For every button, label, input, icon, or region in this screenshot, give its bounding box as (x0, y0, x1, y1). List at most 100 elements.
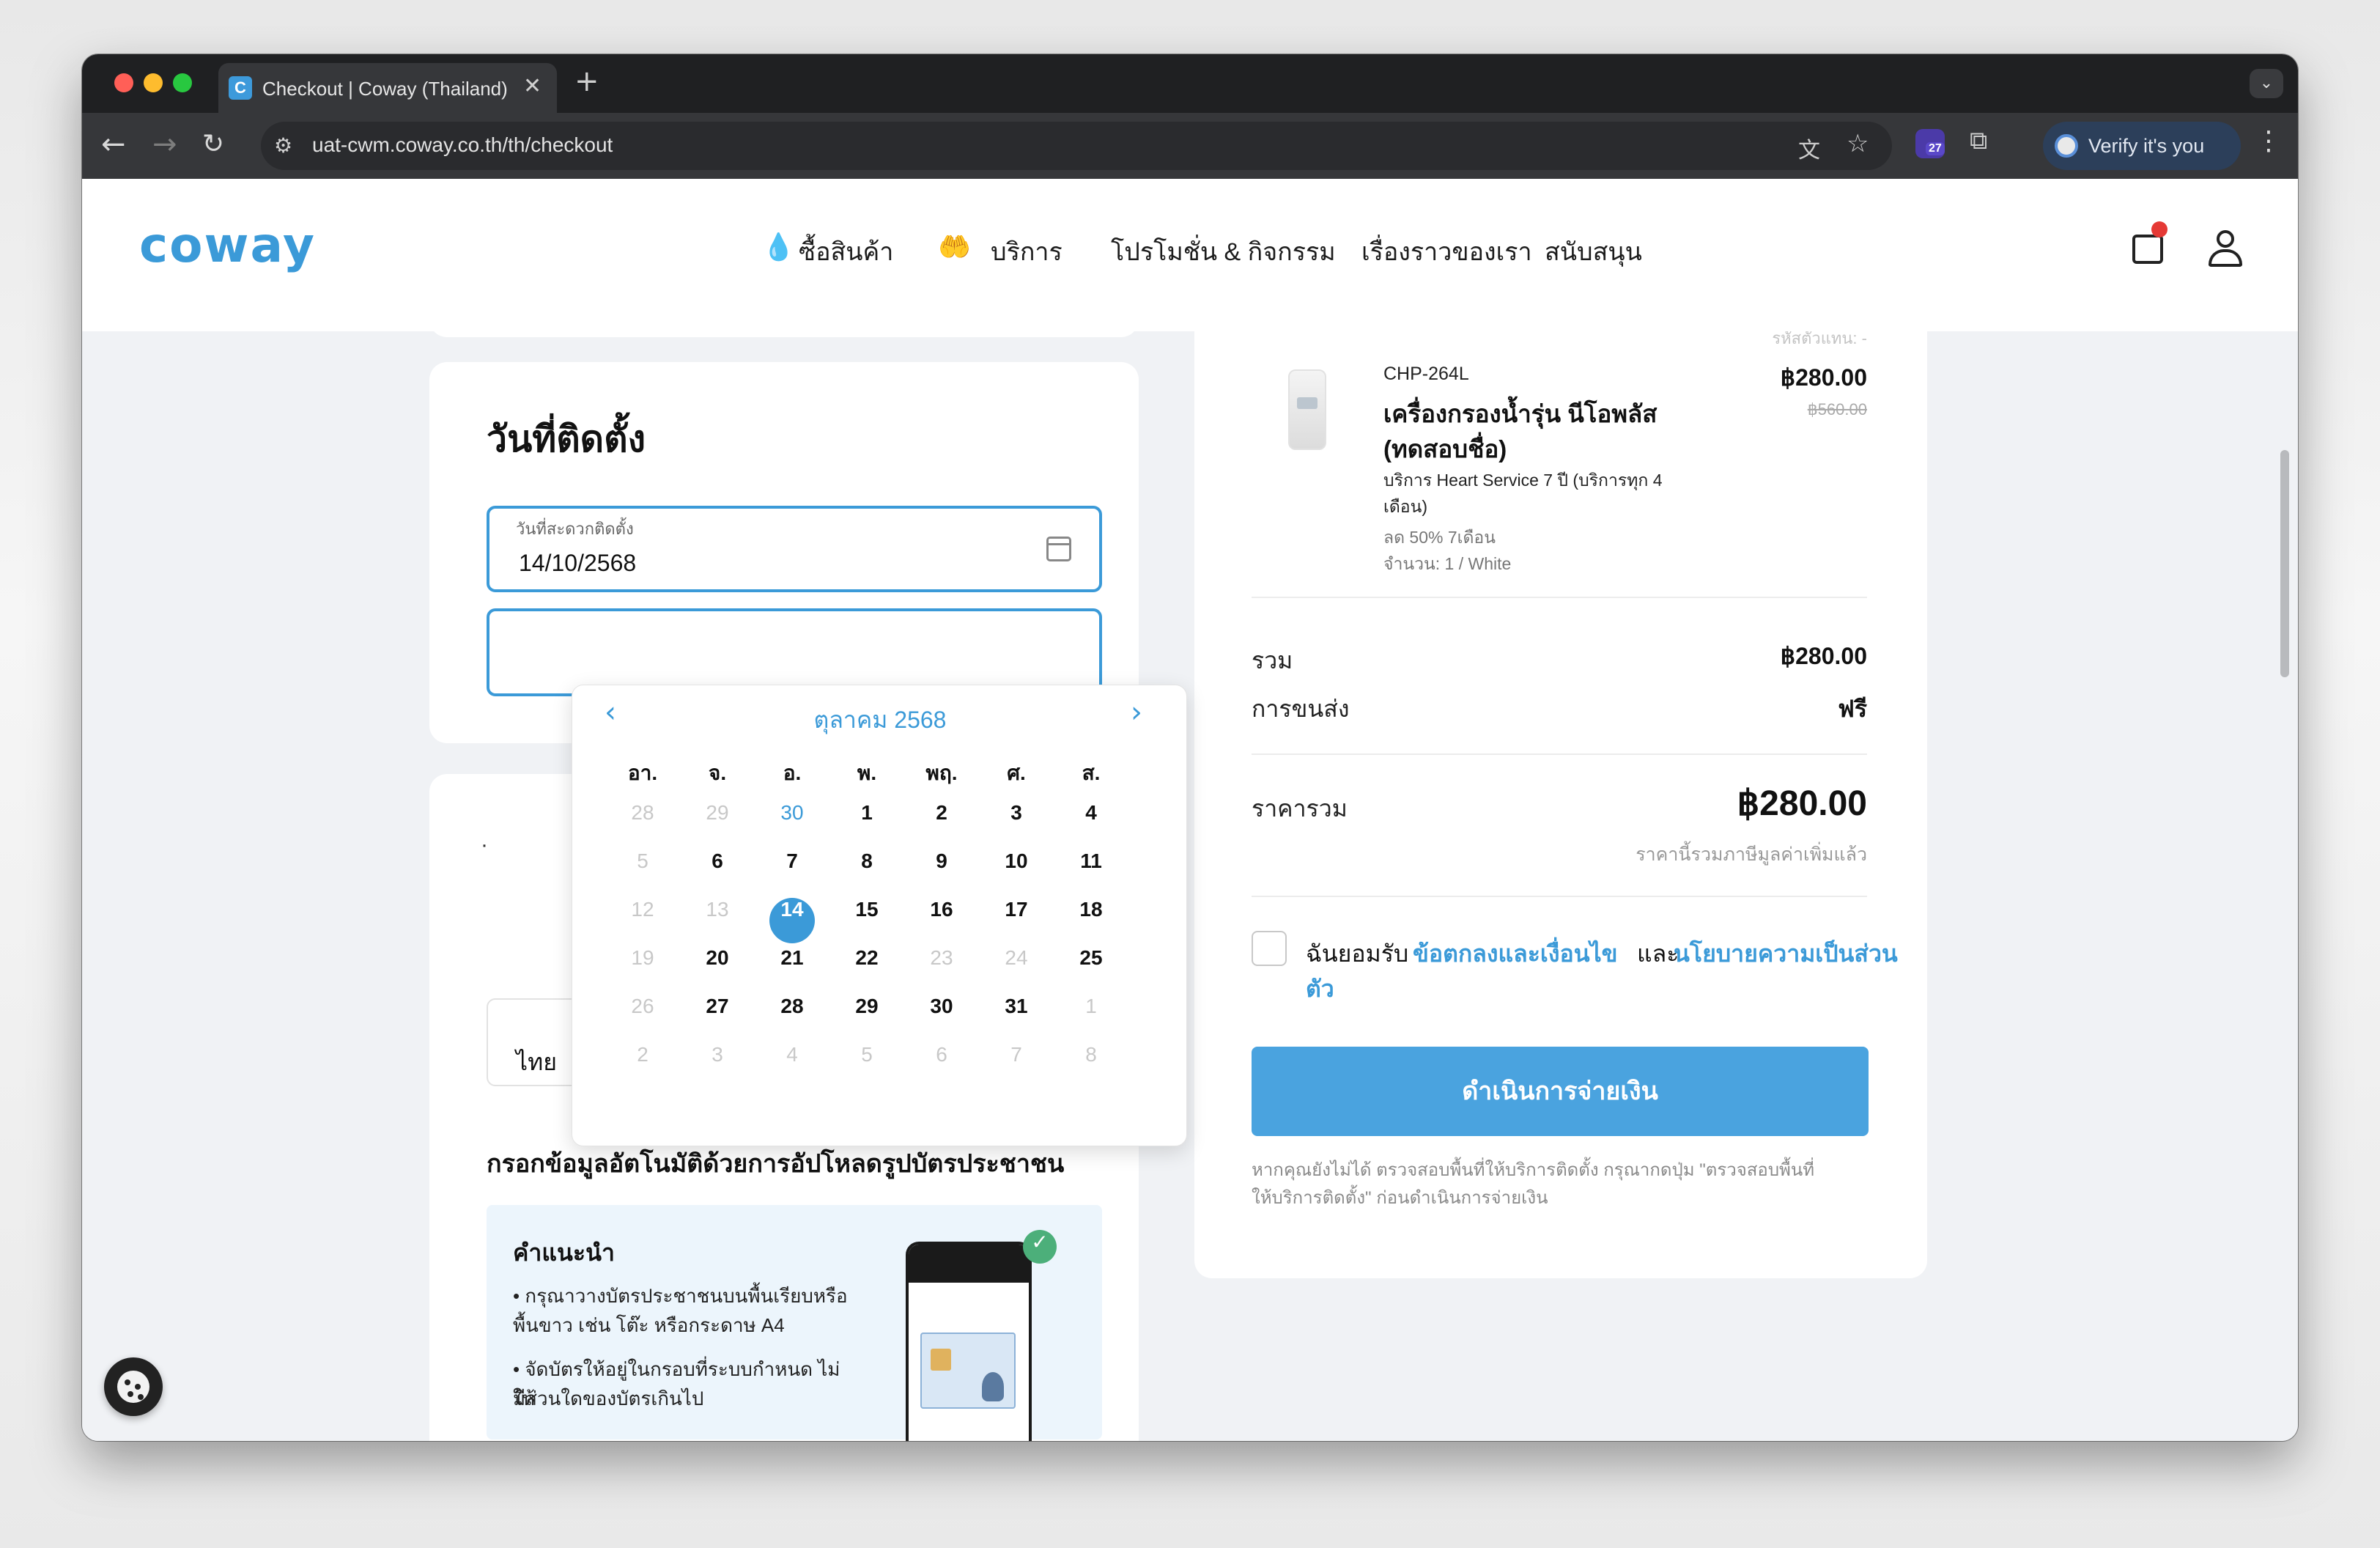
proceed-payment-button[interactable]: ดำเนินการจ่ายเงิน (1252, 1047, 1869, 1136)
reload-icon[interactable]: ↻ (202, 126, 224, 163)
translate-icon[interactable]: 文 (1798, 132, 1820, 164)
agree-checkbox[interactable] (1252, 931, 1287, 966)
extensions-puzzle-icon[interactable]: ⧉ (1970, 126, 1987, 155)
user-account-icon[interactable] (2207, 230, 2244, 267)
nav-support[interactable]: สนับสนุน (1545, 232, 1642, 271)
minimize-window-button[interactable] (144, 73, 163, 92)
privacy-link-continued[interactable]: ตัว (1306, 970, 1334, 1008)
calendar-day[interactable]: 7 (769, 849, 815, 895)
install-date-title: วันที่ติดตั้ง (487, 419, 646, 460)
weekday-label: อา. (627, 762, 658, 784)
close-tab-icon[interactable]: ✕ (523, 73, 542, 99)
calendar-day[interactable]: 8 (844, 849, 890, 895)
calendar-day[interactable]: 29 (844, 995, 890, 1040)
calendar-day[interactable]: 18 (1068, 898, 1114, 943)
calendar-day: 24 (1005, 946, 1028, 969)
calendar-day[interactable]: 27 (695, 995, 740, 1040)
calendar-day[interactable]: 25 (1068, 946, 1114, 992)
vat-note: ราคานี้รวมภาษีมูลค่าเพิ่มแล้ว (1636, 844, 1867, 865)
nav-our-story[interactable]: เรื่องราวของเรา (1361, 232, 1532, 271)
product-discount: ลด 50% 7เดือน (1383, 528, 1496, 547)
install-time-field[interactable] (487, 608, 1102, 696)
install-date-field[interactable]: วันที่สะดวกติดตั้ง 14/10/2568 (487, 506, 1102, 592)
water-drop-icon: 💧 (762, 232, 795, 262)
product-service-line1: บริการ Heart Service 7 ปี (บริการทุก 4 (1383, 471, 1663, 490)
tab-title: Checkout | Coway (Thailand) (262, 78, 508, 100)
calendar-day: 12 (631, 898, 654, 921)
browser-window: C Checkout | Coway (Thailand) ✕ + ⌄ ← → … (82, 54, 2298, 1441)
calendar-day: 7 (1010, 1043, 1022, 1066)
verify-profile-button[interactable]: Verify it's you (2043, 122, 2241, 170)
product-sku: CHP-264L (1383, 364, 1469, 384)
cookie-settings-button[interactable] (104, 1357, 163, 1416)
bookmark-star-icon[interactable]: ☆ (1847, 129, 1869, 158)
extension-icon[interactable]: 27 (1915, 129, 1945, 158)
calendar-day[interactable]: 1 (844, 801, 890, 847)
calendar-day[interactable]: 16 (919, 898, 964, 943)
calendar-day: 3 (712, 1043, 723, 1066)
close-window-button[interactable] (114, 73, 133, 92)
extension-badge: 27 (1926, 142, 1945, 155)
back-arrow-icon[interactable]: ← (101, 126, 126, 163)
new-tab-plus-icon[interactable]: + (574, 64, 599, 98)
calendar-day[interactable]: 17 (994, 898, 1039, 943)
calendar-day: 2 (637, 1043, 648, 1066)
cookie-icon (117, 1371, 149, 1403)
install-date-label: วันที่สะดวกติดตั้ง (516, 520, 634, 538)
calendar-day[interactable]: 15 (844, 898, 890, 943)
shipping-label: การขนส่ง (1252, 696, 1350, 722)
month-label: ตุลาคม 2568 (813, 707, 947, 733)
page-scrollbar[interactable] (2280, 450, 2289, 677)
id-photo-icon (982, 1372, 1004, 1401)
address-bar[interactable]: ⚙ uat-cwm.coway.co.th/th/checkout 文 ☆ (261, 122, 1892, 170)
coway-logo[interactable]: coway (139, 217, 316, 273)
tab-checkout[interactable]: C Checkout | Coway (Thailand) ✕ (218, 63, 557, 113)
calendar-day[interactable]: 10 (994, 849, 1039, 895)
calendar-day[interactable]: 4 (1068, 801, 1114, 847)
calendar-day: 13 (706, 898, 729, 921)
forward-arrow-icon[interactable]: → (152, 126, 177, 163)
calendar-day[interactable]: 30 (919, 995, 964, 1040)
calendar-day-selected[interactable]: 14 (769, 898, 815, 943)
nav-services[interactable]: บริการ (991, 232, 1062, 271)
calendar-day[interactable]: 2 (919, 801, 964, 847)
browser-menu-icon[interactable]: ⋮ (2255, 126, 2282, 156)
calendar-day[interactable]: 21 (769, 946, 815, 992)
nav-promotions[interactable]: โปรโมชั่น & กิจกรรม (1111, 232, 1336, 271)
calendar-day[interactable]: 30 (769, 801, 815, 847)
province-value: ไทย (516, 1049, 557, 1075)
zoom-window-button[interactable] (173, 73, 192, 92)
calendar-day[interactable]: 22 (844, 946, 890, 992)
product-image (1288, 369, 1326, 450)
check-circle-icon: ✓ (1023, 1230, 1057, 1264)
nav-products[interactable]: ซื้อสินค้า (799, 232, 893, 271)
url-text[interactable]: uat-cwm.coway.co.th/th/checkout (312, 133, 613, 157)
product-price: ฿280.00 (1780, 364, 1867, 391)
calendar-day: 4 (786, 1043, 798, 1066)
agree-and: และ (1637, 940, 1679, 967)
calendar-day[interactable]: 11 (1068, 849, 1114, 895)
privacy-link[interactable]: นโยบายความเป็นส่วน (1674, 935, 1898, 973)
calendar-day[interactable]: 31 (994, 995, 1039, 1040)
calendar-day[interactable]: 20 (695, 946, 740, 992)
site-info-icon[interactable]: ⚙ (274, 133, 292, 158)
product-quantity: จำนวน: 1 / White (1383, 554, 1512, 573)
date-picker-popup: ‹ ตุลาคม 2568 › อา. จ. อ. พ. พฤ. ศ. ส. 28 29 30 1… (572, 685, 1187, 1146)
subtotal-label: รวม (1252, 647, 1293, 674)
divider (1252, 896, 1867, 897)
weekday-label: ศ. (1007, 762, 1026, 784)
tip-line: • กรุณาวางบัตรประชาชนบนพื้นเรียบหรือ (513, 1285, 848, 1307)
weekday-label: อ. (783, 762, 802, 784)
calendar-icon[interactable] (1046, 537, 1071, 561)
calendar-day[interactable]: 28 (769, 995, 815, 1040)
weekday-label: ส. (1082, 762, 1101, 784)
cart-bag-icon[interactable] (2132, 221, 2168, 264)
verify-label: Verify it's you (2088, 135, 2205, 157)
next-month-chevron-icon[interactable]: › (1131, 696, 1142, 729)
calendar-day[interactable]: 3 (994, 801, 1039, 847)
tab-search-chevron-icon[interactable]: ⌄ (2250, 69, 2283, 98)
terms-link[interactable]: ข้อตกลงและเงื่อนไข (1413, 935, 1618, 973)
calendar-day[interactable]: 9 (919, 849, 964, 895)
calendar-day[interactable]: 6 (695, 849, 740, 895)
coway-favicon-icon: C (229, 76, 252, 100)
